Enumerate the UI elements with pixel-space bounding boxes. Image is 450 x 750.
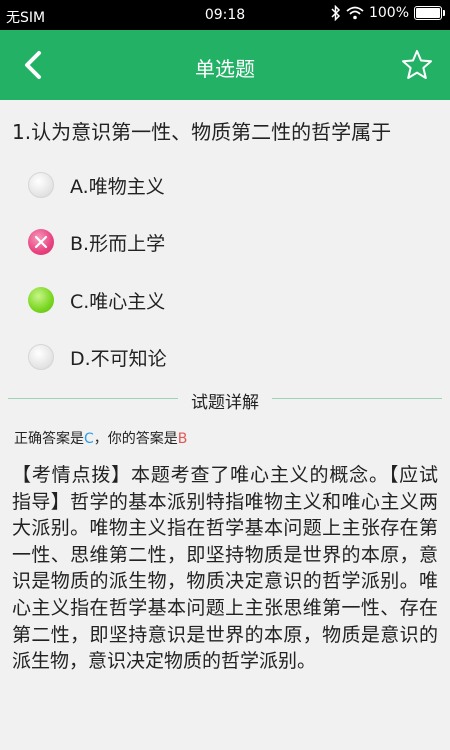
user-prefix: ，你的答案是: [93, 431, 178, 447]
wifi-icon: [346, 6, 364, 20]
option-label: C.唯心主义: [70, 290, 166, 313]
question-text: 1.认为意识第一性、物质第二性的哲学属于: [12, 120, 392, 144]
status-bar: 无SIM 09:18 100%: [0, 0, 450, 30]
page-title: 单选题: [195, 57, 255, 81]
radio-unselected-icon: [28, 344, 54, 370]
radio-unselected-icon: [28, 172, 54, 198]
option-d[interactable]: D.不可知论: [28, 339, 408, 375]
correct-answer-letter: C: [84, 431, 94, 447]
bluetooth-icon: [331, 5, 341, 21]
section-title: 试题详解: [191, 393, 259, 413]
wrong-answer-icon: [28, 229, 54, 255]
option-label: A.唯物主义: [70, 175, 165, 198]
option-c[interactable]: C.唯心主义: [28, 282, 408, 318]
option-b[interactable]: B.形而上学: [28, 224, 408, 260]
divider-line-right: [272, 398, 442, 399]
option-a[interactable]: A.唯物主义: [28, 167, 408, 203]
correct-answer-icon: [28, 287, 54, 313]
explanation-divider: 试题详解: [0, 388, 450, 413]
answer-summary: 正确答案是C，你的答案是B: [14, 428, 187, 448]
status-icons: 100%: [331, 5, 445, 21]
star-outline-icon[interactable]: [400, 48, 434, 82]
explanation-text: 【考情点拨】本题考查了唯心主义的概念。【应试指导】哲学的基本派别特指唯物主义和唯…: [12, 464, 438, 673]
battery-icon: [414, 6, 445, 20]
battery-percent: 100%: [368, 5, 409, 21]
nav-bar: 单选题: [0, 30, 450, 100]
user-answer-letter: B: [177, 431, 188, 447]
option-label: D.不可知论: [70, 347, 167, 370]
option-label: B.形而上学: [70, 232, 166, 255]
correct-prefix: 正确答案是: [14, 431, 84, 447]
